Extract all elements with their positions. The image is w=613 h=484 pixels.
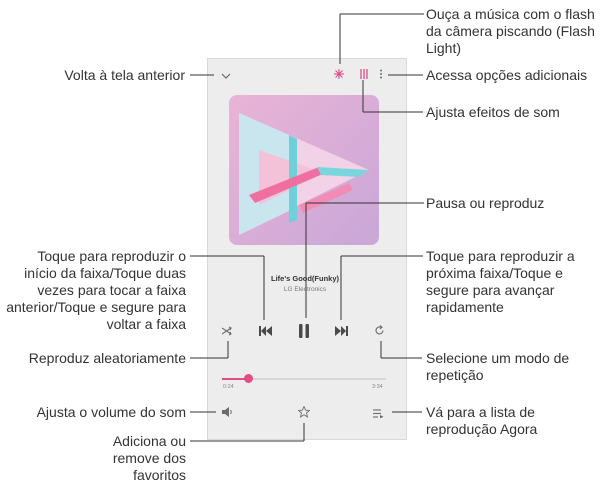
callout-more-options: Acessa opções adicionais — [426, 67, 588, 83]
callout-next: Toque para reproduzir a próxima faixa/To… — [426, 248, 575, 315]
callout-back: Volta à tela anterior — [64, 67, 185, 83]
callout-shuffle: Reproduz aleatoriamente — [28, 350, 186, 366]
callout-favorite: Adiciona ou remove dos favoritos — [112, 433, 186, 483]
callout-pause-play: Pausa ou reproduz — [426, 195, 545, 211]
callout-repeat: Selecione um modo de repetição — [426, 350, 570, 383]
callout-volume: Ajusta o volume do som — [36, 404, 186, 420]
callout-previous: Toque para reproduzir o início da faixa/… — [6, 248, 186, 332]
callout-sound-effects: Ajusta efeitos de som — [426, 104, 560, 120]
callout-flash-light: Ouça a música com o flash da câmera pisc… — [426, 6, 595, 56]
callout-playlist: Vá para a lista de reprodução Agora — [426, 404, 538, 437]
